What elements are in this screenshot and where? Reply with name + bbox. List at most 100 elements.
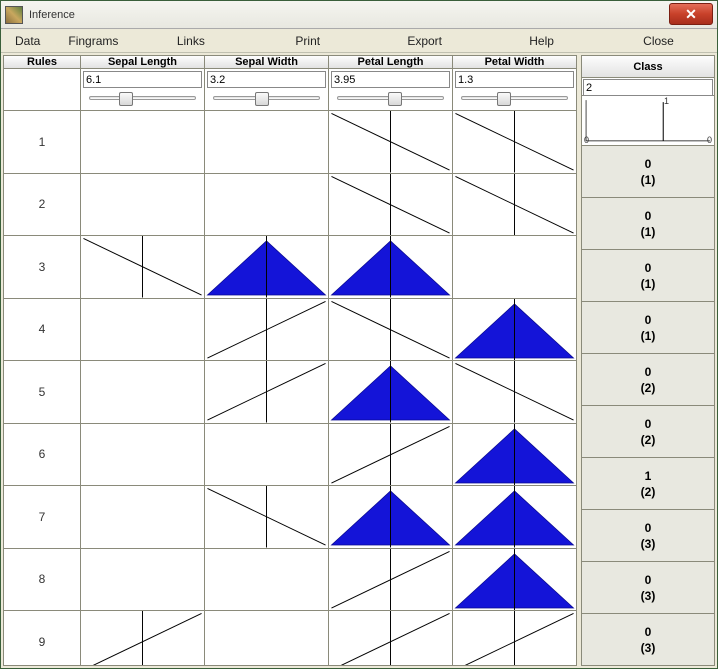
membership-tri-icon (453, 549, 576, 611)
membership-cell (205, 299, 329, 361)
class-label: (3) (641, 589, 656, 603)
membership-cell (81, 111, 205, 173)
petal-width-slider[interactable] (455, 90, 574, 108)
class-activation: 0 (645, 313, 652, 327)
rule-row: 3 (4, 236, 576, 299)
class-result-row: 0(1) (582, 250, 714, 302)
membership-diag-down-icon (453, 361, 576, 423)
rule-number: 8 (4, 549, 81, 611)
class-activation: 0 (645, 261, 652, 275)
membership-cell (453, 174, 576, 236)
membership-cell (81, 299, 205, 361)
membership-diag-down-icon (453, 174, 576, 236)
membership-none-icon (205, 549, 328, 611)
membership-tri-icon (453, 424, 576, 486)
header-petal-length[interactable]: Petal Length (329, 56, 453, 69)
membership-tri-icon (329, 361, 452, 423)
sepal-length-slider[interactable] (83, 90, 202, 108)
class-result-row: 0(3) (582, 562, 714, 614)
class-input[interactable] (583, 79, 713, 96)
class-label: (3) (641, 641, 656, 655)
membership-none-icon (205, 111, 328, 173)
titlebar[interactable]: Inference ✕ (1, 1, 717, 29)
membership-cell (81, 424, 205, 486)
rule-row: 7 (4, 486, 576, 549)
slider-thumb[interactable] (497, 92, 511, 106)
membership-cell (329, 174, 453, 236)
menu-data[interactable]: Data (1, 30, 54, 52)
slider-thumb[interactable] (119, 92, 133, 106)
menu-print[interactable]: Print (249, 30, 366, 52)
class-activation: 0 (645, 573, 652, 587)
membership-diag-down-icon (329, 111, 452, 173)
membership-cell (329, 611, 453, 666)
membership-diag-up-icon (453, 611, 576, 666)
class-panel: Class 0 0 1 0(1)0(1)0(1)0(1)0(2)0(2)1(2)… (581, 55, 715, 666)
membership-cell (453, 486, 576, 548)
membership-cell (453, 549, 576, 611)
menu-close[interactable]: Close (600, 30, 717, 52)
membership-cell (329, 236, 453, 298)
rules-panel: Rules Sepal Length Sepal Width Petal Len… (3, 55, 577, 666)
membership-cell (81, 611, 205, 666)
class-activation: 0 (645, 417, 652, 431)
class-label: (1) (641, 329, 656, 343)
rule-number: 9 (4, 611, 81, 666)
input-cell-petal-width (453, 69, 576, 110)
class-activation: 0 (645, 625, 652, 639)
content-area: Rules Sepal Length Sepal Width Petal Len… (1, 53, 717, 668)
class-label: (1) (641, 173, 656, 187)
membership-tri-icon (329, 236, 452, 298)
membership-cell (81, 486, 205, 548)
window-title: Inference (29, 9, 75, 21)
rule-number: 1 (4, 111, 81, 173)
membership-cell (205, 611, 329, 666)
class-result-row: 0(2) (582, 354, 714, 406)
membership-diag-up-icon (329, 611, 452, 666)
membership-cell (453, 299, 576, 361)
header-sepal-width[interactable]: Sepal Width (205, 56, 329, 69)
petal-width-input[interactable] (455, 71, 574, 88)
class-activation: 0 (645, 521, 652, 535)
membership-none-icon (81, 486, 204, 548)
rule-row: 8 (4, 549, 576, 612)
menu-links[interactable]: Links (132, 30, 249, 52)
membership-cell (453, 111, 576, 173)
menu-fingrams[interactable]: Fingrams (54, 30, 132, 52)
input-spacer (4, 69, 81, 110)
header-rules[interactable]: Rules (4, 56, 81, 69)
membership-cell (329, 549, 453, 611)
membership-cell (205, 486, 329, 548)
membership-none-icon (81, 549, 204, 611)
class-result-row: 1(2) (582, 458, 714, 510)
membership-diag-up-icon (205, 299, 328, 361)
rule-number: 5 (4, 361, 81, 423)
window-close-button[interactable]: ✕ (669, 3, 713, 25)
rule-row: 9 (4, 611, 576, 666)
membership-tri-icon (329, 486, 452, 548)
header-class[interactable]: Class (582, 56, 714, 78)
menu-export[interactable]: Export (366, 30, 483, 52)
membership-diag-up-icon (81, 611, 204, 666)
membership-diag-down-icon (329, 174, 452, 236)
class-chart-right: 0 (707, 135, 712, 145)
header-sepal-length[interactable]: Sepal Length (81, 56, 205, 69)
petal-length-input[interactable] (331, 71, 450, 88)
membership-cell (205, 361, 329, 423)
sepal-length-input[interactable] (83, 71, 202, 88)
input-cell-sepal-length (81, 69, 205, 110)
membership-none-icon (81, 361, 204, 423)
petal-length-slider[interactable] (331, 90, 450, 108)
slider-thumb[interactable] (388, 92, 402, 106)
membership-tri-icon (205, 236, 328, 298)
rule-number: 7 (4, 486, 81, 548)
sepal-width-slider[interactable] (207, 90, 326, 108)
menu-help[interactable]: Help (483, 30, 600, 52)
slider-thumb[interactable] (255, 92, 269, 106)
class-results: 0(1)0(1)0(1)0(1)0(2)0(2)1(2)0(3)0(3)0(3) (582, 146, 714, 665)
rule-row: 1 (4, 111, 576, 174)
sepal-width-input[interactable] (207, 71, 326, 88)
membership-cell (329, 424, 453, 486)
header-petal-width[interactable]: Petal Width (453, 56, 576, 69)
membership-cell (205, 174, 329, 236)
